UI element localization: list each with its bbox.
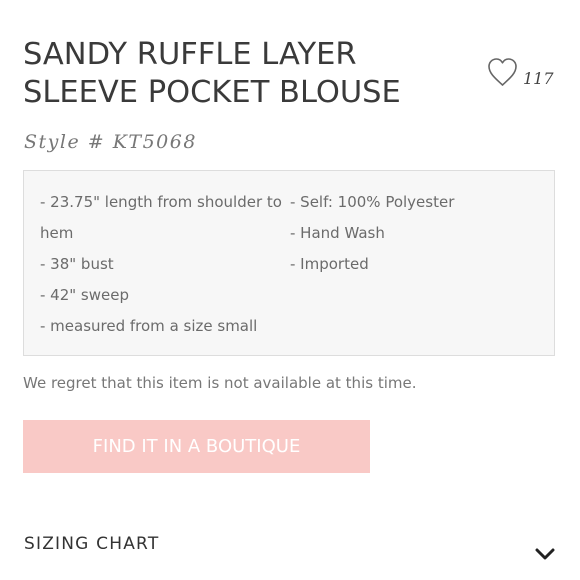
product-title: SANDY RUFFLE LAYER SLEEVE POCKET BLOUSE bbox=[23, 37, 401, 110]
favorite-count: 117 bbox=[523, 69, 554, 88]
sizing-chart-label: SIZING CHART bbox=[24, 534, 160, 554]
find-in-boutique-button[interactable]: FIND IT IN A BOUTIQUE bbox=[23, 420, 370, 473]
favorite-button[interactable]: 117 bbox=[487, 57, 557, 91]
product-details-box: - 23.75" length from shoulder to hem - 3… bbox=[23, 170, 555, 356]
detail-sweep: - 42" sweep bbox=[40, 286, 129, 304]
sizing-chart-toggle[interactable]: SIZING CHART bbox=[0, 520, 580, 580]
details-right-column: - Self: 100% Polyester - Hand Wash - Imp… bbox=[290, 187, 540, 280]
heart-icon[interactable] bbox=[487, 57, 518, 87]
detail-origin: - Imported bbox=[290, 255, 369, 273]
detail-measured: - measured from a size small bbox=[40, 317, 258, 335]
availability-notice: We regret that this item is not availabl… bbox=[23, 374, 417, 392]
detail-material: - Self: 100% Polyester bbox=[290, 193, 455, 211]
details-left-column: - 23.75" length from shoulder to hem - 3… bbox=[40, 187, 290, 342]
detail-bust: - 38" bust bbox=[40, 255, 114, 273]
chevron-down-icon[interactable] bbox=[535, 547, 555, 561]
style-number: Style # KT5068 bbox=[24, 131, 197, 153]
detail-care: - Hand Wash bbox=[290, 224, 385, 242]
detail-length: - 23.75" length from shoulder to hem bbox=[40, 193, 282, 242]
